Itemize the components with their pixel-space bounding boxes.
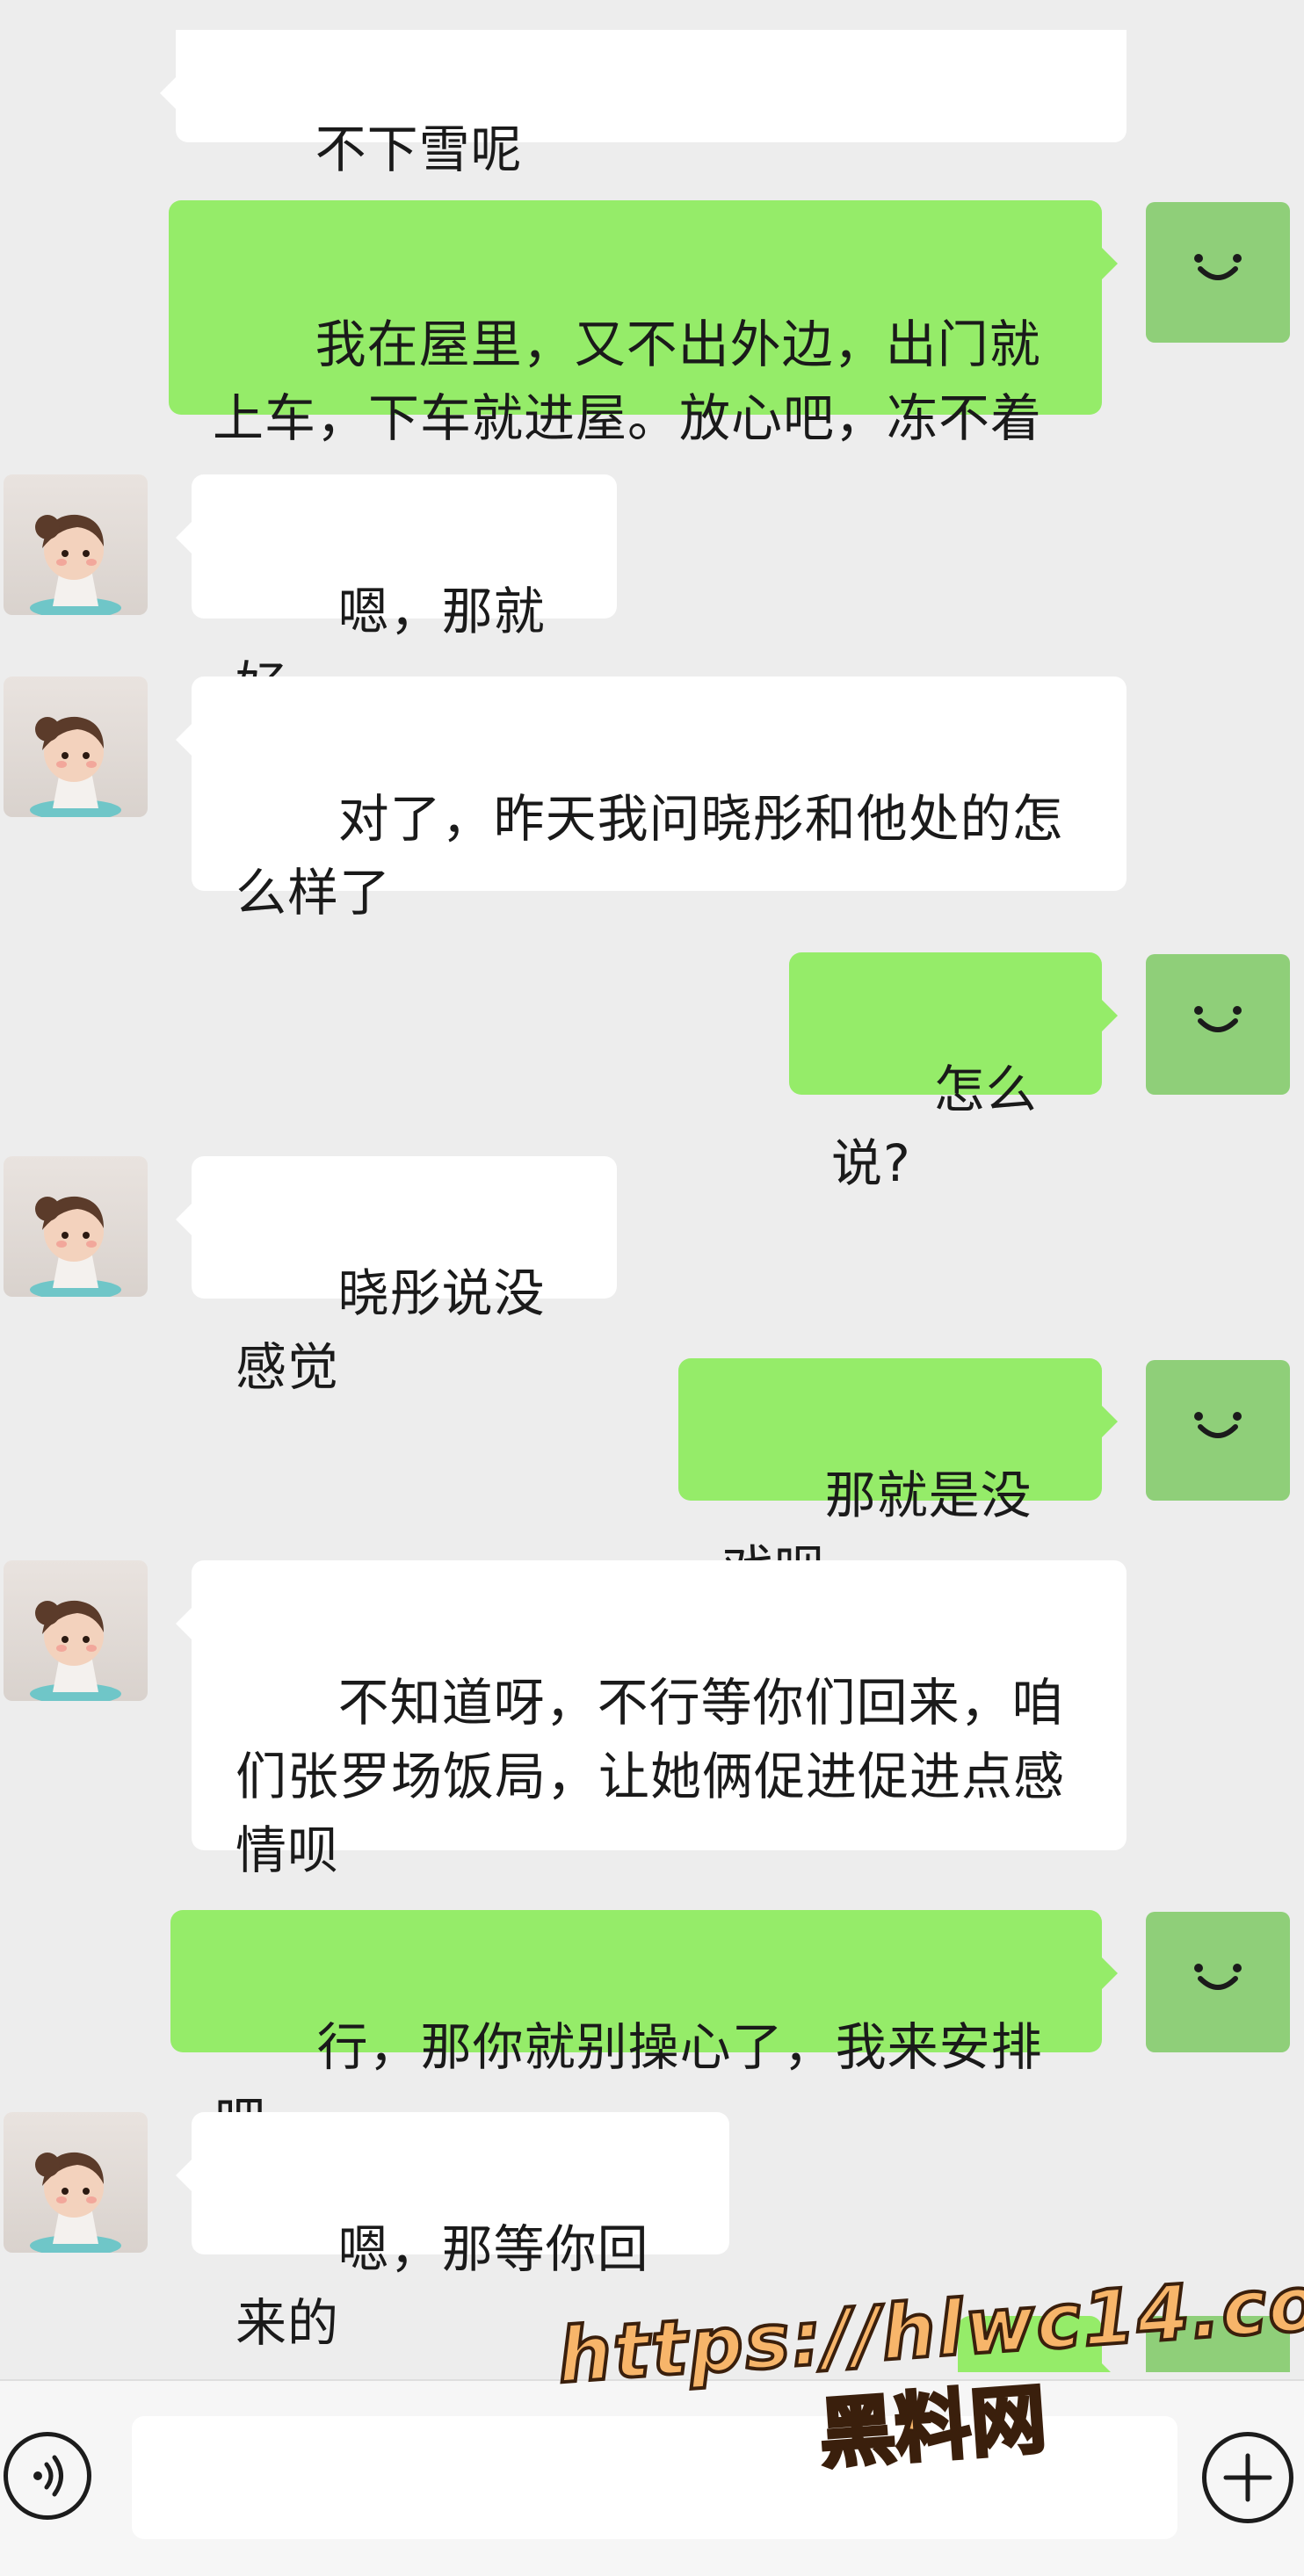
message-bubble-outgoing[interactable]: 行，那你就别操心了，我来安排吧 <box>170 1910 1118 2151</box>
message-text: 我在屋里，又不出外边，出门就上车，下车就进屋。放心吧，冻不着 <box>213 315 1043 448</box>
message-bubble-incoming[interactable]: 晓彤说没感觉 <box>176 1156 617 1397</box>
message-bubble-incoming[interactable]: 不知道呀，不行等你们回来，咱们张罗场饭局，让她俩促进促进点感情呗 <box>176 1560 1127 1880</box>
add-button[interactable] <box>1202 2432 1293 2523</box>
message-bubble-outgoing[interactable]: 我在屋里，又不出外边，出门就上车，下车就进屋。放心吧，冻不着 <box>169 200 1118 448</box>
message-text: 晓彤说没感觉 <box>235 1263 546 1397</box>
contact-avatar[interactable] <box>4 1560 148 1701</box>
contact-avatar[interactable] <box>4 474 148 615</box>
message-input[interactable] <box>132 2416 1177 2539</box>
my-avatar[interactable] <box>1146 2316 1290 2372</box>
cartoon-girl-avatar <box>30 514 121 615</box>
message-bubble-incoming[interactable]: 对了，昨天我问晓彤和他处的怎么样了 <box>176 677 1127 923</box>
cartoon-girl-avatar <box>30 1600 121 1701</box>
message-bubble-incoming[interactable]: 嗯，那就好。 <box>176 474 617 715</box>
message-text: 不知道呀，不行等你们回来，咱们张罗场饭局，让她俩促进促进点感情呗 <box>235 1673 1066 1880</box>
message-bubble-outgoing[interactable]: 怎么说? <box>789 952 1118 1193</box>
chat-area[interactable]: 不下雪呢 我在屋里，又不出外边，出门就上车，下车就进屋。放心吧，冻不着 嗯，那就… <box>0 0 1304 2372</box>
smile-icon <box>1194 1412 1242 1438</box>
smile-icon <box>1194 254 1242 280</box>
my-avatar[interactable] <box>1146 954 1290 1095</box>
contact-avatar[interactable] <box>4 677 148 817</box>
message-text: 对了，昨天我问晓彤和他处的怎么样了 <box>235 789 1064 923</box>
cartoon-girl-avatar <box>30 716 121 817</box>
message-bubble-outgoing-partial[interactable] <box>958 2316 1118 2372</box>
my-avatar[interactable] <box>1146 1912 1290 2052</box>
smile-icon <box>1194 1964 1242 1990</box>
message-text: 怎么说? <box>831 1060 1038 1193</box>
message-bubble-incoming[interactable]: 嗯，那等你回来的 <box>176 2112 729 2353</box>
contact-avatar[interactable] <box>4 1156 148 1297</box>
plus-icon <box>1223 2453 1272 2502</box>
voice-button[interactable] <box>4 2432 91 2520</box>
my-avatar[interactable] <box>1146 1360 1290 1501</box>
cartoon-girl-avatar <box>30 1196 121 1297</box>
contact-avatar[interactable] <box>4 2112 148 2253</box>
message-bubble-incoming[interactable]: 不下雪呢 <box>160 30 1127 179</box>
input-bar <box>0 2379 1304 2576</box>
message-text: 嗯，那等你回来的 <box>235 2219 649 2353</box>
cartoon-girl-avatar <box>30 2152 121 2253</box>
message-bubble-outgoing[interactable]: 那就是没戏呗 <box>678 1358 1118 1599</box>
my-avatar[interactable] <box>1146 202 1290 343</box>
smile-icon <box>1194 1006 1242 1032</box>
message-text: 不下雪呢 <box>315 119 523 179</box>
voice-icon <box>33 2455 63 2497</box>
